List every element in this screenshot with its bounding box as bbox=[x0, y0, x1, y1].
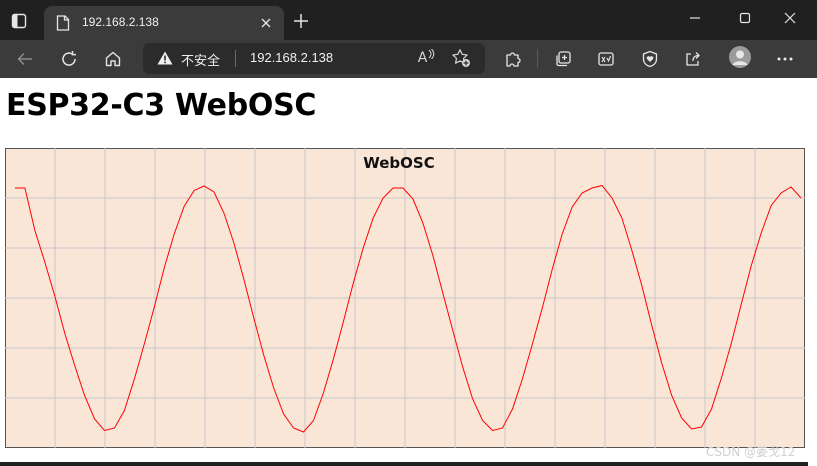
insecure-label[interactable]: 不安全 bbox=[181, 50, 220, 69]
warning-icon[interactable] bbox=[157, 51, 173, 65]
oscilloscope-chart: WebOSC bbox=[5, 148, 805, 448]
url-text[interactable]: 192.168.2.138 bbox=[250, 50, 333, 65]
tab-title: 192.168.2.138 bbox=[82, 15, 159, 29]
web-page: ESP32-C3 WebOSC WebOSC bbox=[0, 78, 808, 462]
page-scrollbar[interactable] bbox=[808, 78, 817, 466]
share-icon[interactable] bbox=[681, 47, 705, 71]
avatar-icon[interactable] bbox=[729, 46, 751, 68]
page-icon bbox=[56, 15, 70, 31]
arrow-left-icon[interactable] bbox=[13, 47, 37, 71]
home-icon[interactable] bbox=[101, 47, 125, 71]
browser-tab[interactable]: 192.168.2.138 bbox=[44, 6, 284, 40]
page-title: ESP32-C3 WebOSC bbox=[6, 88, 317, 123]
close-icon[interactable] bbox=[258, 15, 274, 31]
title-bar: 192.168.2.138 bbox=[0, 0, 817, 40]
address-bar[interactable]: 不安全 192.168.2.138 A bbox=[143, 43, 485, 74]
star-plus-icon[interactable] bbox=[450, 47, 472, 69]
browser-toolbar: 不安全 192.168.2.138 A bbox=[0, 40, 817, 78]
refresh-icon[interactable] bbox=[57, 47, 81, 71]
watermark-text: CSDN @姜戈12 bbox=[706, 445, 796, 459]
browser-window: 192.168.2.138 不安全 192.168.2.138 A ESP32-… bbox=[0, 0, 817, 466]
math-solver-icon[interactable] bbox=[594, 47, 618, 71]
window-close-icon[interactable] bbox=[775, 8, 805, 28]
more-icon[interactable] bbox=[773, 47, 797, 71]
collections-icon[interactable] bbox=[551, 47, 575, 71]
tab-actions-icon[interactable] bbox=[8, 10, 30, 32]
puzzle-icon[interactable] bbox=[501, 47, 525, 71]
shield-heart-icon[interactable] bbox=[638, 47, 662, 71]
maximize-icon[interactable] bbox=[730, 8, 760, 28]
toolbar-divider bbox=[537, 49, 538, 68]
read-aloud-icon[interactable]: A bbox=[416, 47, 438, 69]
minimize-icon[interactable] bbox=[680, 8, 710, 28]
address-divider bbox=[235, 50, 236, 67]
read-aloud-glyph: A bbox=[417, 50, 428, 66]
chart-title: WebOSC bbox=[363, 154, 434, 172]
plus-icon[interactable] bbox=[292, 12, 310, 30]
oscilloscope-svg: WebOSC bbox=[5, 148, 805, 448]
